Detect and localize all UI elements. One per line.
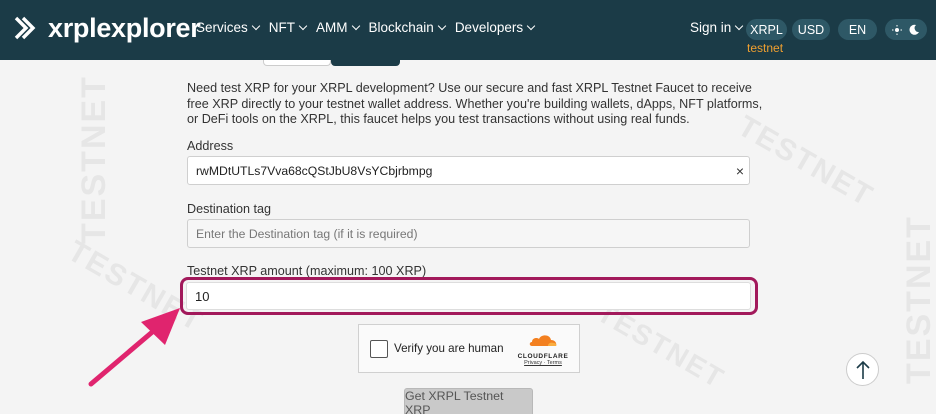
verify-checkbox[interactable] [370, 340, 388, 358]
turnstile-widget: Verify you are human CLOUDFLARE Privacy … [358, 324, 580, 373]
chevron-down-icon [735, 21, 744, 30]
nav-label: NFT [268, 20, 296, 35]
language-button[interactable]: EN [838, 19, 877, 40]
scroll-to-top-button[interactable] [846, 353, 879, 386]
nav-label: Services [196, 20, 248, 35]
sign-in-menu[interactable]: Sign in [690, 20, 744, 35]
testnet-watermark: TESTNET [899, 215, 936, 384]
cloudflare-brand: CLOUDFLARE [517, 353, 569, 360]
address-label: Address [187, 139, 234, 153]
tab-stub-left[interactable] [263, 60, 331, 66]
chevron-down-icon [526, 21, 536, 30]
nav-label: AMM [316, 20, 348, 35]
chevron-down-icon [437, 21, 447, 30]
sun-icon [892, 24, 902, 35]
get-testnet-xrp-button[interactable]: Get XRPL Testnet XRP [404, 388, 533, 414]
logo-text: xrplexplorer [48, 12, 201, 43]
address-field[interactable]: rwMDtUTLs7Vva68cQStJbU8VsYCbjrbmpg × [187, 156, 750, 185]
amount-field[interactable]: 10 [186, 282, 751, 310]
arrow-up-icon [855, 360, 870, 379]
chevron-down-icon [251, 21, 261, 30]
logo[interactable]: xrplexplorer [13, 12, 201, 44]
network-name: testnet [747, 41, 784, 55]
main-nav: Services NFT AMM Blockchain Developers [196, 20, 544, 35]
sign-in-label: Sign in [690, 20, 732, 35]
tab-stub-active[interactable] [331, 60, 400, 66]
chevron-down-icon [351, 21, 360, 30]
amount-value: 10 [195, 288, 210, 304]
privacy-terms-links[interactable]: Privacy · Terms [513, 360, 573, 366]
currency-button[interactable]: USD [792, 19, 830, 40]
moon-icon [909, 24, 919, 35]
address-value: rwMDtUTLs7Vva68cQStJbU8VsYCbjrbmpg [196, 163, 433, 178]
chevron-down-icon [298, 21, 308, 30]
cloudflare-logo: CLOUDFLARE Privacy · Terms [513, 333, 573, 366]
destination-tag-placeholder: Enter the Destination tag (if it is requ… [196, 226, 418, 241]
destination-tag-field[interactable]: Enter the Destination tag (if it is requ… [187, 219, 750, 248]
nav-developers[interactable]: Developers [454, 20, 536, 35]
nav-label: Blockchain [368, 20, 434, 35]
destination-tag-label: Destination tag [187, 202, 272, 216]
testnet-watermark: TESTNET [74, 75, 113, 244]
cloud-icon [529, 335, 557, 346]
faucet-intro-text: Need test XRP for your XRPL development?… [187, 81, 763, 126]
network-button[interactable]: XRPL [746, 19, 787, 40]
nav-nft[interactable]: NFT [268, 20, 308, 35]
annotation-arrow-icon [88, 308, 180, 387]
amount-label: Testnet XRP amount (maximum: 100 XRP) [187, 264, 427, 278]
nav-services[interactable]: Services [196, 20, 261, 35]
xrpl-logo-icon [14, 16, 36, 40]
nav-amm[interactable]: AMM [316, 20, 360, 35]
nav-label: Developers [454, 20, 524, 35]
verify-label: Verify you are human [394, 342, 504, 355]
nav-blockchain[interactable]: Blockchain [368, 20, 447, 35]
clear-icon[interactable]: × [736, 163, 744, 179]
top-navbar: xrplexplorer Services NFT AMM Blockchain… [0, 0, 936, 60]
theme-toggle[interactable] [885, 19, 927, 40]
